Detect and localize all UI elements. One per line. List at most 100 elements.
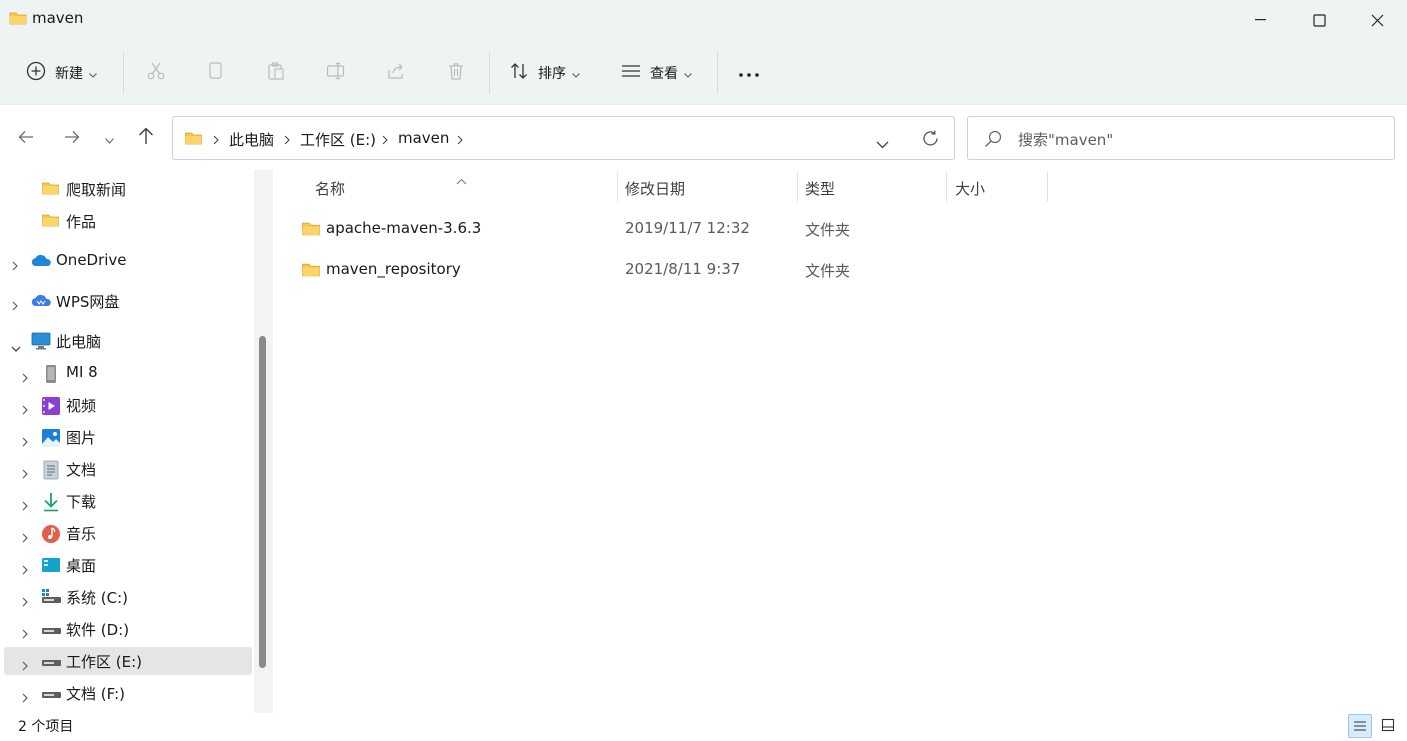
chevron-right-icon (382, 130, 388, 149)
sidebar-item-label: 作品 (66, 213, 97, 231)
sidebar-item-label: 此电脑 (56, 333, 102, 351)
search-box[interactable]: 搜索"maven" (967, 116, 1395, 160)
drive-icon (41, 620, 61, 638)
rename-button[interactable] (326, 40, 346, 105)
sort-arrows-icon (509, 61, 529, 85)
recent-locations-button[interactable] (93, 118, 125, 158)
details-view-icon (1353, 717, 1367, 736)
sidebar-item-phone[interactable]: MI 8 (4, 359, 252, 387)
music-icon (41, 524, 61, 543)
minimize-button[interactable] (1232, 0, 1290, 40)
sort-button[interactable]: 排序 (509, 40, 580, 105)
drive-icon (41, 684, 61, 702)
tiles-view-button[interactable] (1376, 714, 1400, 738)
tiles-view-icon (1381, 717, 1395, 736)
sidebar-item-folder[interactable]: 作品 (4, 207, 252, 235)
wps-cloud-icon (31, 292, 51, 310)
back-button[interactable] (9, 118, 43, 158)
sidebar-item-label: 系统 (C:) (66, 589, 128, 607)
close-button[interactable] (1348, 0, 1406, 40)
details-view-button[interactable] (1348, 714, 1372, 738)
refresh-icon[interactable] (921, 129, 940, 152)
chevron-right-icon[interactable] (12, 256, 18, 275)
breadcrumb-this-pc[interactable]: 此电脑 (229, 129, 274, 150)
chevron-right-icon[interactable] (22, 656, 28, 675)
column-divider[interactable] (617, 172, 618, 202)
sidebar-item-label: 视频 (66, 397, 97, 415)
scissors-icon (146, 61, 166, 85)
documents-icon (41, 460, 61, 480)
column-header-type[interactable]: 类型 (805, 178, 835, 199)
view-button[interactable]: 查看 (621, 40, 692, 105)
sidebar-item-label: OneDrive (56, 251, 127, 269)
copy-button[interactable] (206, 40, 226, 105)
address-history-dropdown[interactable] (876, 134, 889, 153)
clipboard-icon (266, 61, 286, 85)
breadcrumb-maven[interactable]: maven (398, 129, 449, 147)
chevron-right-icon[interactable] (22, 624, 28, 643)
paste-button[interactable] (266, 40, 286, 105)
chevron-right-icon[interactable] (12, 296, 18, 315)
search-input[interactable]: 搜索"maven" (1018, 129, 1113, 150)
sidebar-item-drive-d[interactable]: 软件 (D:) (4, 615, 252, 643)
sidebar-item-desktop[interactable]: 桌面 (4, 551, 252, 579)
sidebar-item-this-pc[interactable]: 此电脑 (4, 327, 252, 355)
chevron-right-icon[interactable] (22, 560, 28, 579)
chevron-right-icon[interactable] (22, 592, 28, 611)
chevron-right-icon[interactable] (22, 496, 28, 515)
desktop-icon (41, 556, 61, 574)
sidebar-item-documents[interactable]: 文档 (4, 455, 252, 483)
column-divider[interactable] (797, 172, 798, 202)
column-header-date[interactable]: 修改日期 (625, 178, 685, 199)
sidebar-item-drive-c[interactable]: 系统 (C:) (4, 583, 252, 611)
chevron-right-icon[interactable] (22, 432, 28, 451)
pictures-icon (41, 428, 61, 447)
chevron-right-icon[interactable] (22, 688, 28, 707)
window-title: maven (32, 9, 84, 27)
sidebar-item-drive-f[interactable]: 文档 (F:) (4, 679, 252, 707)
sidebar-item-pictures[interactable]: 图片 (4, 423, 252, 451)
sidebar-item-onedrive[interactable]: OneDrive (4, 247, 252, 275)
file-row[interactable]: maven_repository 2021/8/11 9:37 文件夹 (290, 250, 1050, 290)
sidebar-item-music[interactable]: 音乐 (4, 519, 252, 547)
folder-icon (41, 212, 61, 230)
more-options-button[interactable] (738, 40, 760, 105)
onedrive-cloud-icon (31, 252, 51, 270)
column-header-name[interactable]: 名称 (315, 178, 345, 199)
toolbar-separator (489, 52, 490, 94)
chevron-right-icon[interactable] (22, 400, 28, 419)
sidebar-item-label: 音乐 (66, 525, 97, 543)
sidebar-item-label: MI 8 (66, 363, 98, 381)
downloads-icon (41, 492, 61, 512)
sidebar-item-label: 软件 (D:) (66, 621, 130, 639)
sidebar-item-wps[interactable]: WPS网盘 (4, 287, 252, 315)
sidebar-item-downloads[interactable]: 下载 (4, 487, 252, 515)
chevron-down-icon[interactable] (11, 337, 21, 356)
address-bar[interactable]: 此电脑 工作区 (E:) maven (172, 116, 955, 160)
arrow-left-icon (18, 129, 34, 148)
maximize-button[interactable] (1290, 0, 1348, 40)
chevron-right-icon[interactable] (22, 368, 28, 387)
sidebar-item-drive-e[interactable]: 工作区 (E:) (4, 647, 252, 675)
navigation-pane: 爬取新闻 作品 OneDrive WPS网盘 此电脑 MI 8 视频 图片 文档… (0, 170, 273, 713)
sidebar-item-videos[interactable]: 视频 (4, 391, 252, 419)
up-button[interactable] (129, 118, 163, 158)
new-button[interactable]: 新建 (26, 40, 97, 105)
file-row[interactable]: apache-maven-3.6.3 2019/11/7 12:32 文件夹 (290, 209, 1050, 249)
arrow-right-icon (64, 129, 80, 148)
forward-button[interactable] (55, 118, 89, 158)
column-divider[interactable] (946, 172, 947, 202)
folder-icon (301, 220, 321, 241)
delete-button[interactable] (446, 40, 466, 105)
cut-button[interactable] (146, 40, 166, 105)
column-divider[interactable] (1047, 172, 1048, 202)
sidebar-item-folder[interactable]: 爬取新闻 (4, 175, 252, 203)
breadcrumb-drive-e[interactable]: 工作区 (E:) (300, 129, 376, 150)
share-button[interactable] (386, 40, 406, 105)
chevron-right-icon[interactable] (22, 464, 28, 483)
column-header-size[interactable]: 大小 (955, 178, 985, 199)
sidebar-item-label: 下载 (66, 493, 97, 511)
chevron-right-icon[interactable] (22, 528, 28, 547)
sidebar-scrollbar-thumb[interactable] (259, 336, 266, 668)
chevron-right-icon (457, 130, 463, 149)
